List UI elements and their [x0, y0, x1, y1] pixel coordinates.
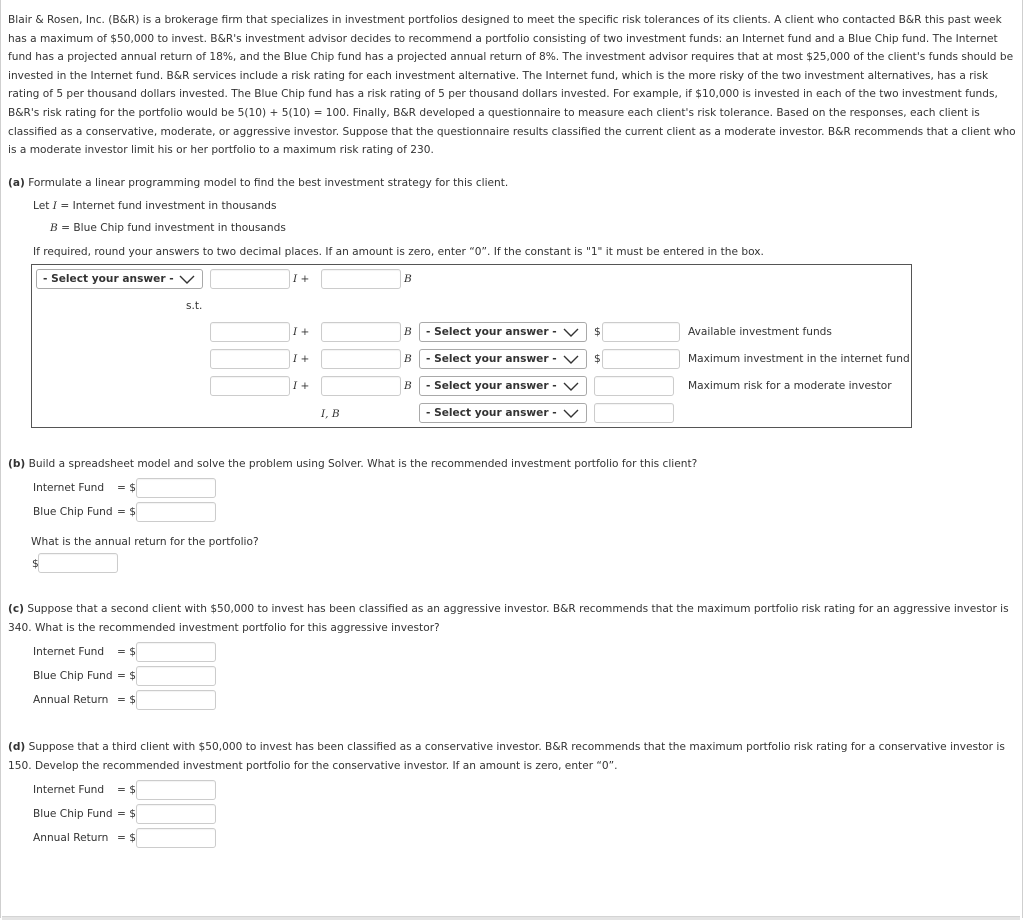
part-d-bluechip-eq: = $ [117, 808, 136, 820]
part-c-heading: (c) Suppose that a second client with $5… [8, 600, 1016, 637]
part-b-return-question: What is the annual return for the portfo… [31, 536, 259, 548]
part-d-bluechip-label: Blue Chip Fund [33, 808, 113, 820]
constraint-3-i-plus: I + [293, 380, 310, 392]
constraint-3-description: Maximum risk for a moderate investor [688, 380, 892, 392]
constraint-3-coef-i-input[interactable] [210, 376, 290, 396]
part-c-return-label: Annual Return [33, 694, 109, 706]
constraint-1-b-label: B [404, 326, 412, 338]
bottom-divider [2, 916, 1020, 920]
constraint-1-coef-b-input[interactable] [321, 322, 401, 342]
definition-b: B = Blue Chip fund investment in thousan… [50, 221, 286, 235]
constraint-1-description: Available investment funds [688, 326, 832, 338]
objective-type-value: - Select your answer - [43, 273, 174, 285]
part-d-heading: (d) Suppose that a third client with $50… [8, 738, 1016, 775]
rounding-instructions: If required, round your answers to two d… [33, 246, 764, 258]
nonneg-relation-select[interactable]: - Select your answer - [419, 403, 587, 423]
nonneg-rhs-input[interactable] [594, 403, 674, 423]
part-b-internet-label: Internet Fund [33, 482, 105, 494]
part-d-return-label: Annual Return [33, 832, 109, 844]
part-d-internet-input[interactable] [136, 780, 216, 800]
part-c-bluechip-eq: = $ [117, 670, 136, 682]
constraint-1-rhs-input[interactable] [602, 322, 680, 342]
part-b-label: (b) [8, 458, 26, 470]
chevron-down-icon [563, 328, 579, 337]
part-b-internet-eq: = $ [117, 482, 136, 494]
constraint-3-coef-b-input[interactable] [321, 376, 401, 396]
part-a-label: (a) [8, 177, 25, 189]
constraint-1-relation-select[interactable]: - Select your answer - [419, 322, 587, 342]
part-d-return-input[interactable] [136, 828, 216, 848]
part-b-heading: (b) Build a spreadsheet model and solve … [8, 455, 1016, 474]
part-c-bluechip-input[interactable] [136, 666, 216, 686]
objective-coef-i-input[interactable] [210, 269, 290, 289]
constraint-2-currency: $ [594, 353, 601, 365]
problem-statement: Blair & Rosen, Inc. (B&R) is a brokerage… [8, 14, 1016, 157]
part-c-bluechip-label: Blue Chip Fund [33, 670, 113, 682]
constraint-3-b-label: B [404, 380, 412, 392]
constraint-2-relation-value: - Select your answer - [426, 353, 557, 365]
part-a-heading: (a) Formulate a linear programming model… [8, 174, 1016, 193]
part-b-bluechip-eq: = $ [117, 506, 136, 518]
part-c-internet-label: Internet Fund [33, 646, 105, 658]
constraint-3-relation-select[interactable]: - Select your answer - [419, 376, 587, 396]
part-c-return-input[interactable] [136, 690, 216, 710]
part-b-internet-input[interactable] [136, 478, 216, 498]
part-c-prompt: Suppose that a second client with $50,00… [8, 603, 1009, 634]
constraint-2-relation-select[interactable]: - Select your answer - [419, 349, 587, 369]
part-a-prompt: Formulate a linear programming model to … [28, 177, 509, 189]
constraint-2-coef-b-input[interactable] [321, 349, 401, 369]
constraint-3-relation-value: - Select your answer - [426, 380, 557, 392]
constraint-1-currency: $ [594, 326, 601, 338]
var-b-symbol: B [50, 222, 58, 234]
part-d-prompt: Suppose that a third client with $50,000… [8, 741, 1005, 772]
definition-i: Let I = Internet fund investment in thou… [33, 199, 277, 213]
part-c-return-eq: = $ [117, 694, 136, 706]
constraint-2-i-plus: I + [293, 353, 310, 365]
objective-coef-b-input[interactable] [321, 269, 401, 289]
part-b-bluechip-label: Blue Chip Fund [33, 506, 113, 518]
part-d-internet-label: Internet Fund [33, 784, 105, 796]
chevron-down-icon [563, 355, 579, 364]
part-b-bluechip-input[interactable] [136, 502, 216, 522]
part-b-prompt: Build a spreadsheet model and solve the … [28, 458, 698, 470]
chevron-down-icon [563, 409, 579, 418]
part-c-internet-input[interactable] [136, 642, 216, 662]
chevron-down-icon [563, 382, 579, 391]
var-b-definition: = Blue Chip fund investment in thousands [57, 222, 286, 234]
constraint-1-i-plus: I + [293, 326, 310, 338]
constraint-2-b-label: B [404, 353, 412, 365]
var-i-definition: = Internet fund investment in thousands [56, 200, 277, 212]
chevron-down-icon [179, 275, 195, 284]
constraint-2-coef-i-input[interactable] [210, 349, 290, 369]
nonneg-relation-value: - Select your answer - [426, 407, 557, 419]
objective-b-label: B [404, 273, 412, 285]
nonneg-vars-label: I, B [321, 408, 340, 420]
part-d-return-eq: = $ [117, 832, 136, 844]
constraint-2-rhs-input[interactable] [602, 349, 680, 369]
constraint-1-coef-i-input[interactable] [210, 322, 290, 342]
objective-type-select[interactable]: - Select your answer - [36, 269, 203, 289]
subject-to-label: s.t. [186, 300, 203, 312]
part-c-label: (c) [8, 603, 24, 615]
objective-i-plus: I + [293, 273, 310, 285]
part-d-internet-eq: = $ [117, 784, 136, 796]
constraint-2-description: Maximum investment in the internet fund [688, 353, 910, 365]
let-prefix: Let [33, 200, 53, 212]
constraint-3-rhs-input[interactable] [594, 376, 674, 396]
part-c-internet-eq: = $ [117, 646, 136, 658]
part-d-label: (d) [8, 741, 26, 753]
part-d-bluechip-input[interactable] [136, 804, 216, 824]
part-b-return-input[interactable] [38, 553, 118, 573]
constraint-1-relation-value: - Select your answer - [426, 326, 557, 338]
